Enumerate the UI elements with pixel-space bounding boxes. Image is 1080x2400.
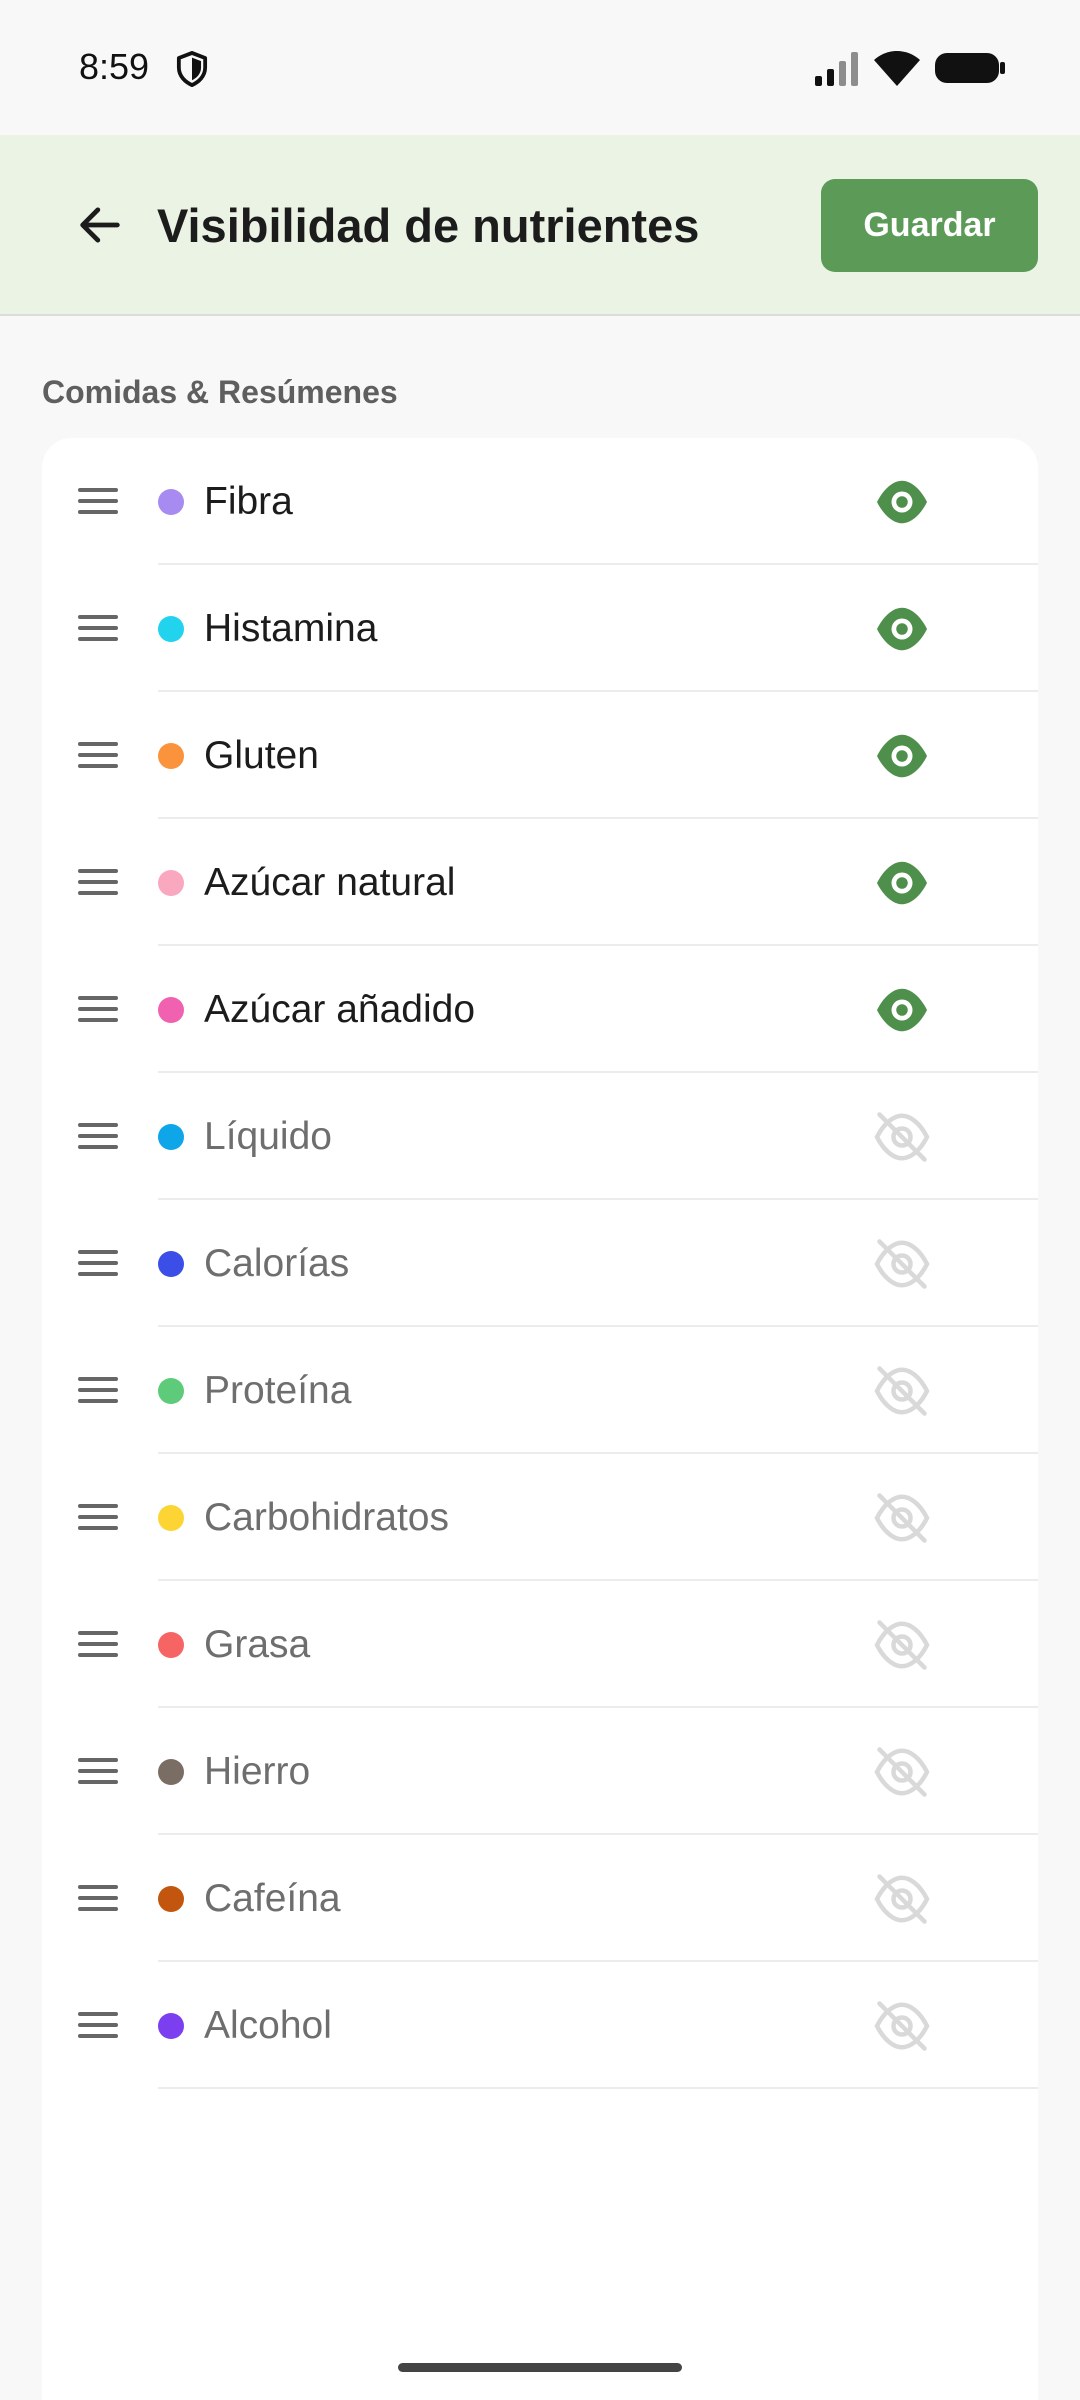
home-indicator[interactable] [398,2363,682,2372]
nutrient-label: Azúcar añadido [204,987,476,1031]
nutrient-list: Fibra Histamina Gluten Azúcar natural Azúcar… [42,438,1038,2400]
list-item[interactable]: Proteína [42,1327,1038,1454]
section-header: Comidas & Resúmenes [42,374,398,410]
nutrient-label: Carbohidratos [204,1495,449,1539]
color-dot [158,488,184,515]
drag-handle-icon[interactable] [78,1122,118,1151]
drag-handle-icon[interactable] [78,614,118,643]
color-dot [158,1885,184,1912]
drag-handle-icon[interactable] [78,1249,118,1278]
color-dot [158,1250,184,1277]
eye-off-icon[interactable] [872,1996,932,2056]
color-dot [158,1377,184,1404]
color-dot [158,1504,184,1531]
list-item[interactable]: Cafeína [42,1835,1038,1962]
wifi-icon [874,51,920,86]
save-button[interactable]: Guardar [821,179,1038,272]
list-item[interactable]: Grasa [42,1581,1038,1708]
nutrient-label: Azúcar natural [204,860,456,904]
nutrient-label: Gluten [204,733,319,777]
drag-handle-icon[interactable] [78,1503,118,1532]
drag-handle-icon[interactable] [78,487,118,516]
app-bar: Visibilidad de nutrientes Guardar [0,135,1080,316]
cell-signal-icon [815,52,858,86]
list-item[interactable]: Hierro [42,1708,1038,1835]
color-dot [158,1631,184,1658]
list-item[interactable]: Carbohidratos [42,1454,1038,1581]
color-dot [158,996,184,1023]
status-time: 8:59 [79,46,150,87]
eye-icon[interactable] [872,980,932,1040]
drag-handle-icon[interactable] [78,1884,118,1913]
eye-icon[interactable] [872,599,932,659]
color-dot [158,2012,184,2039]
list-item[interactable]: Azúcar añadido [42,946,1038,1073]
color-dot [158,1123,184,1150]
list-item[interactable]: Alcohol [42,1962,1038,2089]
page-title: Visibilidad de nutrientes [157,199,700,252]
list-item[interactable]: Azúcar natural [42,819,1038,946]
list-item[interactable]: Fibra [42,438,1038,565]
arrow-left-icon [80,207,120,243]
divider [158,2087,1038,2089]
nutrient-label: Líquido [204,1114,332,1158]
list-item[interactable]: Calorías [42,1200,1038,1327]
nutrient-label: Proteína [204,1368,352,1412]
drag-handle-icon[interactable] [78,1630,118,1659]
nutrient-label: Grasa [204,1622,311,1666]
drag-handle-icon[interactable] [78,868,118,897]
list-item[interactable]: Histamina [42,565,1038,692]
back-button[interactable] [60,185,140,265]
eye-off-icon[interactable] [872,1234,932,1294]
status-bar: 8:59 [0,0,1080,135]
shield-icon [176,51,208,87]
drag-handle-icon[interactable] [78,741,118,770]
eye-icon[interactable] [872,726,932,786]
eye-icon[interactable] [872,853,932,913]
nutrient-label: Histamina [204,606,378,650]
nutrient-label: Cafeína [204,1876,341,1920]
eye-off-icon[interactable] [872,1488,932,1548]
nutrient-label: Fibra [204,479,293,523]
color-dot [158,1758,184,1785]
color-dot [158,742,184,769]
drag-handle-icon[interactable] [78,2011,118,2040]
list-item[interactable]: Líquido [42,1073,1038,1200]
nutrient-label: Calorías [204,1241,350,1285]
drag-handle-icon[interactable] [78,1757,118,1786]
eye-off-icon[interactable] [872,1361,932,1421]
drag-handle-icon[interactable] [78,1376,118,1405]
battery-icon [935,53,1005,83]
nutrient-label: Hierro [204,1749,311,1793]
color-dot [158,869,184,896]
list-item[interactable]: Gluten [42,692,1038,819]
nutrient-label: Alcohol [204,2003,332,2047]
color-dot [158,615,184,642]
eye-off-icon[interactable] [872,1742,932,1802]
eye-off-icon[interactable] [872,1107,932,1167]
eye-icon[interactable] [872,472,932,532]
eye-off-icon[interactable] [872,1615,932,1675]
drag-handle-icon[interactable] [78,995,118,1024]
eye-off-icon[interactable] [872,1869,932,1929]
